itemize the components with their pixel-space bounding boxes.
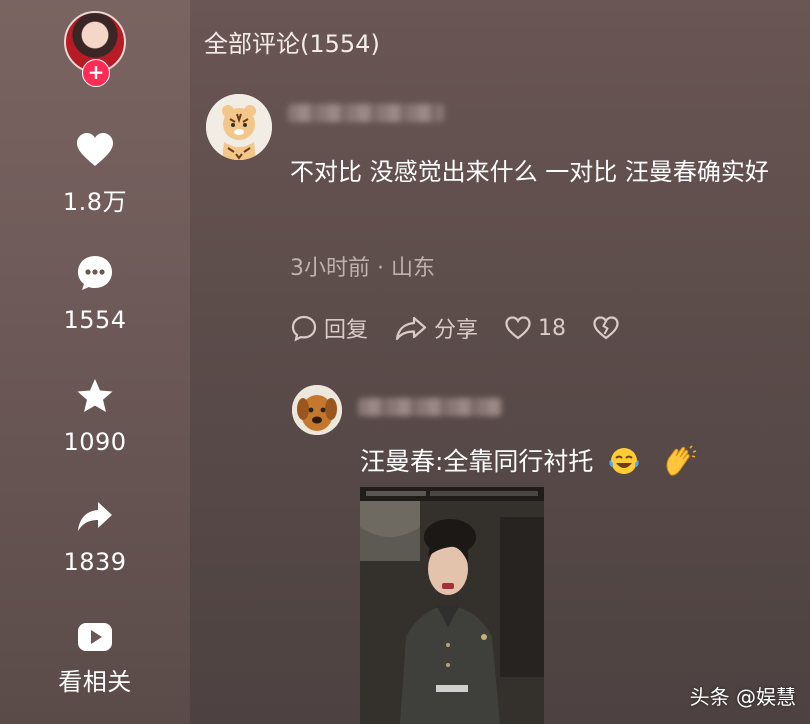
laughing-tears-emoji-icon [609,448,640,474]
author-avatar-wrap[interactable]: + [64,11,126,87]
like-action[interactable]: 1.8万 [0,132,190,217]
comment-actions: 回复 分享 18 [290,312,652,344]
reply-button[interactable]: 回复 [290,312,368,344]
share-outline-icon [395,316,427,341]
dog-avatar-icon [292,385,342,435]
heart-outline-icon [505,316,531,340]
comments-title: 全部评论(1554) [204,30,380,58]
comment-text: 不对比 没感觉出来什么 一对比 汪曼春确实好 [290,158,769,186]
share-count: 1839 [63,548,127,576]
reply-label: 回复 [324,318,369,343]
related-label: 看相关 [58,668,132,696]
reply-image-figure [360,487,544,724]
comment-bubble-icon[interactable] [76,254,114,292]
reply-text: 汪曼春:全靠同行衬托 [360,447,594,476]
comment-meta: 3小时前 · 山东 [290,256,435,281]
favorite-count: 1090 [63,428,127,456]
reply-image[interactable] [360,487,544,724]
broken-heart-icon [593,316,619,340]
like-count: 1.8万 [62,188,128,216]
like-comment-count: 18 [538,315,567,341]
dislike-comment-button[interactable] [592,315,626,341]
reply-avatar[interactable] [292,385,342,435]
clapping-hands-emoji-icon [666,445,697,476]
share-comment-label: 分享 [434,318,479,343]
share-arrow-icon[interactable] [76,500,114,534]
related-action[interactable]: 看相关 [0,622,190,697]
play-icon[interactable] [77,622,113,652]
comment-count: 1554 [63,306,127,334]
commenter-name-blurred[interactable] [288,104,444,122]
star-icon[interactable] [76,378,114,414]
commenter-avatar[interactable] [206,94,272,160]
share-action[interactable]: 1839 [0,500,190,576]
like-comment-button[interactable]: 18 [504,315,566,341]
share-comment-button[interactable]: 分享 [394,312,478,344]
favorite-action[interactable]: 1090 [0,378,190,456]
reply-bubble-icon [291,315,317,342]
action-rail: + 1.8万 1554 1090 1839 看相关 [0,0,190,724]
reply-text-row: 汪曼春:全靠同行衬托 [360,444,720,480]
comment-action[interactable]: 1554 [0,254,190,334]
reply-name-blurred[interactable] [358,398,502,416]
follow-plus-icon[interactable]: + [82,59,110,87]
tiger-cartoon-icon [206,94,272,160]
watermark: 头条 @娱慧 [689,685,796,709]
heart-icon[interactable] [75,132,115,168]
